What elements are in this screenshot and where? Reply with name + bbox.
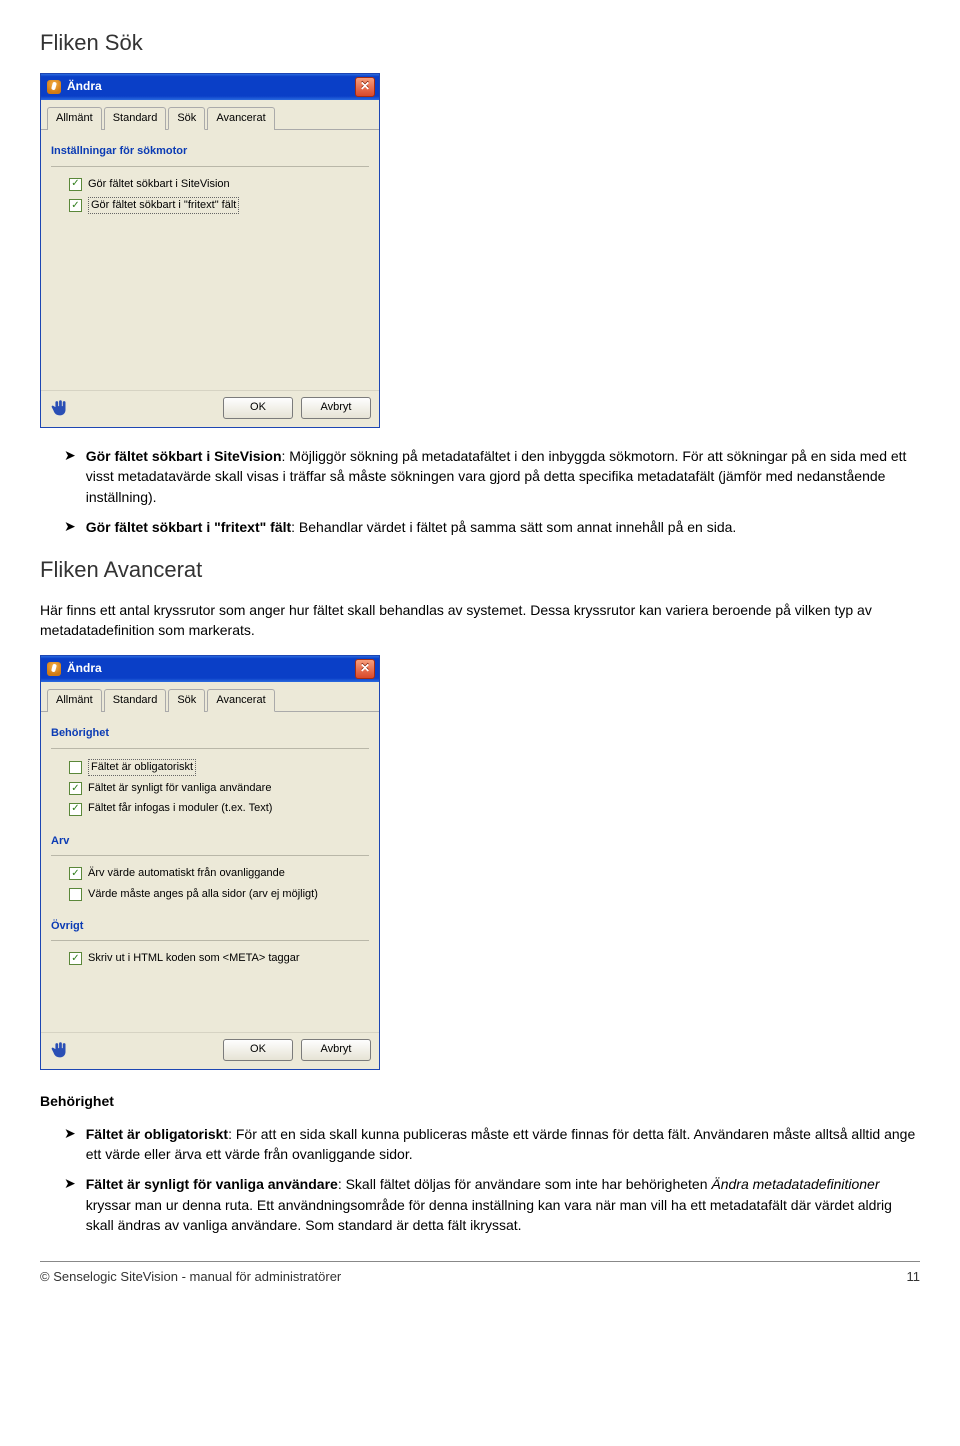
bullet-item: ➤ Fältet är obligatoriskt: För att en si… [64, 1124, 920, 1165]
ok-button[interactable]: OK [223, 1039, 293, 1060]
bullet-item: ➤ Gör fältet sökbart i "fritext" fält: B… [64, 517, 920, 537]
tab-standard[interactable]: Standard [104, 689, 167, 712]
tab-sok[interactable]: Sök [168, 107, 205, 130]
checkbox-infogas[interactable] [69, 803, 82, 816]
tab-avancerat[interactable]: Avancerat [207, 107, 274, 130]
check-row-obligatoriskt: Fältet är obligatoriskt [51, 757, 369, 779]
dialog-titlebar: Ändra ✕ [41, 656, 379, 682]
bullet-list-sok: ➤ Gör fältet sökbart i SiteVision: Möjli… [64, 446, 920, 537]
heading-fliken-sok: Fliken Sök [40, 28, 920, 59]
checkbox-synligt[interactable] [69, 782, 82, 795]
java-icon [47, 662, 61, 676]
bullet-italic: Ändra metadatadefinitioner [711, 1176, 879, 1192]
group-label-arv: Arv [51, 834, 369, 849]
dialog-andra-sok: Ändra ✕ Allmänt Standard Sök Avancerat I… [40, 73, 380, 428]
cancel-button[interactable]: Avbryt [301, 1039, 371, 1060]
checkbox-label-sitevision: Gör fältet sökbart i SiteVision [88, 177, 230, 192]
checkbox-label-arv-auto: Ärv värde automatiskt från ovanliggande [88, 866, 285, 881]
group-label-behorighet: Behörighet [51, 726, 369, 741]
bullet-strong: Fältet är synligt för vanliga användare [86, 1176, 338, 1192]
cancel-button[interactable]: Avbryt [301, 397, 371, 418]
checkbox-meta[interactable] [69, 952, 82, 965]
hand-icon [49, 397, 71, 419]
bullet-rest: : Behandlar värdet i fältet på samma sät… [291, 519, 736, 535]
group-divider [51, 940, 369, 941]
close-icon[interactable]: ✕ [355, 659, 375, 679]
checkbox-label-obligatoriskt: Fältet är obligatoriskt [88, 759, 196, 776]
checkbox-label-infogas: Fältet får infogas i moduler (t.ex. Text… [88, 801, 272, 816]
chevron-right-icon: ➤ [64, 1124, 76, 1165]
bullet-strong: Fältet är obligatoriskt [86, 1126, 228, 1142]
check-row-sitevision: Gör fältet sökbart i SiteVision [51, 175, 369, 195]
tabstrip: Allmänt Standard Sök Avancerat [41, 100, 379, 130]
footer-page-number: 11 [907, 1268, 921, 1286]
bullet-strong: Gör fältet sökbart i SiteVision [86, 448, 282, 464]
checkbox-label-meta: Skriv ut i HTML koden som <META> taggar [88, 951, 300, 966]
subheading-behorighet: Behörighet [40, 1092, 920, 1112]
group-label-sokmotor: Inställningar för sökmotor [51, 144, 369, 159]
heading-fliken-avancerat: Fliken Avancerat [40, 555, 920, 586]
ok-button[interactable]: OK [223, 397, 293, 418]
tab-avancerat[interactable]: Avancerat [207, 689, 274, 712]
tab-allmant[interactable]: Allmänt [47, 689, 102, 712]
checkbox-varde-alla[interactable] [69, 888, 82, 901]
tab-sok[interactable]: Sök [168, 689, 205, 712]
checkbox-sitevision[interactable] [69, 178, 82, 191]
tab-standard[interactable]: Standard [104, 107, 167, 130]
check-row-arv-auto: Ärv värde automatiskt från ovanliggande [51, 864, 369, 884]
bullet-rest-post: kryssar man ur denna ruta. Ett användnin… [86, 1197, 892, 1233]
bullet-list-behorighet: ➤ Fältet är obligatoriskt: För att en si… [64, 1124, 920, 1235]
hand-icon [49, 1039, 71, 1061]
dialog-body: Behörighet Fältet är obligatoriskt Fälte… [41, 712, 379, 1032]
footer-left: © Senselogic SiteVision - manual för adm… [40, 1268, 341, 1286]
group-divider [51, 748, 369, 749]
checkbox-fritext[interactable] [69, 199, 82, 212]
dialog-body: Inställningar för sökmotor Gör fältet sö… [41, 130, 379, 390]
check-row-infogas: Fältet får infogas i moduler (t.ex. Text… [51, 799, 369, 819]
dialog-title: Ändra [67, 78, 355, 95]
dialog-titlebar: Ändra ✕ [41, 74, 379, 100]
para-avancerat: Här finns ett antal kryssrutor som anger… [40, 600, 920, 641]
bullet-text: Fältet är obligatoriskt: För att en sida… [86, 1124, 920, 1165]
chevron-right-icon: ➤ [64, 517, 76, 537]
bullet-rest-pre: : Skall fältet döljas för användare som … [338, 1176, 712, 1192]
chevron-right-icon: ➤ [64, 1174, 76, 1235]
checkbox-arv-auto[interactable] [69, 867, 82, 880]
close-icon[interactable]: ✕ [355, 77, 375, 97]
dialog-andra-avancerat: Ändra ✕ Allmänt Standard Sök Avancerat B… [40, 655, 380, 1070]
group-divider [51, 855, 369, 856]
java-icon [47, 80, 61, 94]
checkbox-obligatoriskt[interactable] [69, 761, 82, 774]
bullet-text: Fältet är synligt för vanliga användare:… [86, 1174, 920, 1235]
bullet-text: Gör fältet sökbart i SiteVision: Möjligg… [86, 446, 920, 507]
check-row-fritext: Gör fältet sökbart i "fritext" fält [51, 195, 369, 217]
check-row-synligt: Fältet är synligt för vanliga användare [51, 779, 369, 799]
tab-allmant[interactable]: Allmänt [47, 107, 102, 130]
checkbox-label-fritext: Gör fältet sökbart i "fritext" fält [88, 197, 239, 214]
page-footer: © Senselogic SiteVision - manual för adm… [40, 1261, 920, 1286]
bullet-item: ➤ Fältet är synligt för vanliga användar… [64, 1174, 920, 1235]
bullet-item: ➤ Gör fältet sökbart i SiteVision: Möjli… [64, 446, 920, 507]
bullet-strong: Gör fältet sökbart i "fritext" fält [86, 519, 291, 535]
dialog-title: Ändra [67, 660, 355, 677]
chevron-right-icon: ➤ [64, 446, 76, 507]
checkbox-label-synligt: Fältet är synligt för vanliga användare [88, 781, 271, 796]
check-row-meta: Skriv ut i HTML koden som <META> taggar [51, 949, 369, 969]
dialog-footer: OK Avbryt [41, 390, 379, 427]
group-label-ovrigt: Övrigt [51, 919, 369, 934]
tabstrip: Allmänt Standard Sök Avancerat [41, 682, 379, 712]
checkbox-label-varde-alla: Värde måste anges på alla sidor (arv ej … [88, 887, 318, 902]
bullet-text: Gör fältet sökbart i "fritext" fält: Beh… [86, 517, 920, 537]
group-divider [51, 166, 369, 167]
check-row-varde-alla: Värde måste anges på alla sidor (arv ej … [51, 885, 369, 905]
dialog-footer: OK Avbryt [41, 1032, 379, 1069]
